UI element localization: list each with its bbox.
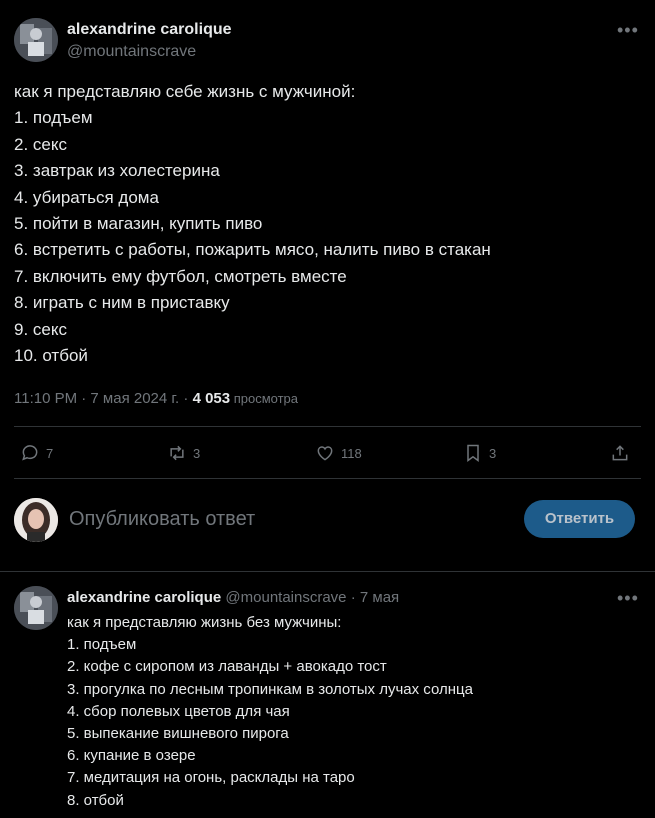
like-count: 118 bbox=[341, 445, 362, 461]
share-icon bbox=[612, 445, 628, 461]
share-action[interactable] bbox=[610, 443, 636, 463]
tweet-line: 1. подъем bbox=[14, 108, 93, 128]
author-avatar[interactable] bbox=[14, 18, 58, 62]
more-horizontal-icon[interactable]: ••• bbox=[617, 588, 639, 609]
author-name[interactable]: alexandrine carolique bbox=[67, 21, 232, 39]
reply-author-handle[interactable]: @mountainscrave bbox=[225, 589, 346, 606]
repost-action[interactable]: 3 bbox=[167, 443, 200, 463]
views-count: 4 053 bbox=[192, 390, 231, 407]
like-action[interactable]: 118 bbox=[315, 443, 362, 463]
reply-line: 5. выпекание вишневого пирога bbox=[67, 725, 289, 743]
divider bbox=[0, 571, 655, 572]
more-horizontal-icon[interactable]: ••• bbox=[617, 20, 639, 41]
timestamp[interactable]: 11:10 PM · 7 мая 2024 г. · bbox=[14, 390, 193, 407]
divider bbox=[14, 426, 641, 427]
bookmark-count: 3 bbox=[489, 445, 497, 461]
user-avatar[interactable] bbox=[14, 498, 58, 542]
tweet-line: 3. завтрак из холестерина bbox=[14, 161, 220, 181]
tweet-line: 10. отбой bbox=[14, 346, 88, 366]
author-handle[interactable]: @mountainscrave bbox=[67, 43, 196, 61]
reply-line: 4. сбор полевых цветов для чая bbox=[67, 702, 290, 720]
tweet-text: как я представляю себе жизнь с мужчиной:… bbox=[14, 79, 644, 369]
tweet-line: как я представляю себе жизнь с мужчиной: bbox=[14, 82, 356, 101]
heart-icon bbox=[317, 446, 333, 461]
tweet-line: 5. пойти в магазин, купить пиво bbox=[14, 214, 263, 234]
reply-line: как я представляю жизнь без мужчины: bbox=[67, 614, 342, 631]
repost-count: 3 bbox=[193, 445, 201, 461]
tweet-line: 9. секс bbox=[14, 319, 67, 339]
reply-action[interactable]: 7 bbox=[20, 443, 53, 463]
repost-icon bbox=[170, 445, 184, 461]
tweet-line: 8. играть с ним в приставку bbox=[14, 293, 230, 313]
reply-header: alexandrine carolique @mountainscrave · … bbox=[67, 589, 399, 606]
reply-input[interactable]: Опубликовать ответ bbox=[69, 508, 255, 531]
bookmark-icon bbox=[467, 444, 479, 462]
reply-line: 1. подъем bbox=[67, 636, 137, 654]
reply-line: 2. кофе с сиропом из лаванды + авокадо т… bbox=[67, 658, 387, 676]
reply-date[interactable]: 7 мая bbox=[360, 589, 399, 606]
reply-line: 7. медитация на огонь, расклады на таро bbox=[67, 769, 355, 787]
reply-count: 7 bbox=[46, 445, 54, 461]
separator: · bbox=[346, 589, 360, 606]
reply-line: 6. купание в озере bbox=[67, 747, 196, 765]
views-label: просмотра bbox=[230, 391, 299, 406]
reply-author-avatar[interactable] bbox=[14, 586, 58, 630]
tweet-line: 2. секс bbox=[14, 134, 67, 154]
divider bbox=[14, 478, 641, 479]
tweet-meta: 11:10 PM · 7 мая 2024 г. · 4 053 просмот… bbox=[14, 390, 298, 407]
reply-line: 8. отбой bbox=[67, 791, 124, 809]
reply-line: 3. прогулка по лесным тропинкам в золоты… bbox=[67, 680, 473, 698]
tweet-line: 4. убираться дома bbox=[14, 187, 159, 207]
reply-author-name[interactable]: alexandrine carolique bbox=[67, 589, 221, 606]
reply-button[interactable]: Ответить bbox=[524, 500, 635, 538]
tweet-line: 6. встретить с работы, пожарить мясо, на… bbox=[14, 240, 491, 260]
bookmark-action[interactable]: 3 bbox=[463, 443, 496, 463]
reply-icon bbox=[22, 445, 38, 461]
tweet-line: 7. включить ему футбол, смотреть вместе bbox=[14, 266, 347, 286]
reply-tweet-text: как я представляю жизнь без мужчины: 1. … bbox=[67, 612, 642, 812]
